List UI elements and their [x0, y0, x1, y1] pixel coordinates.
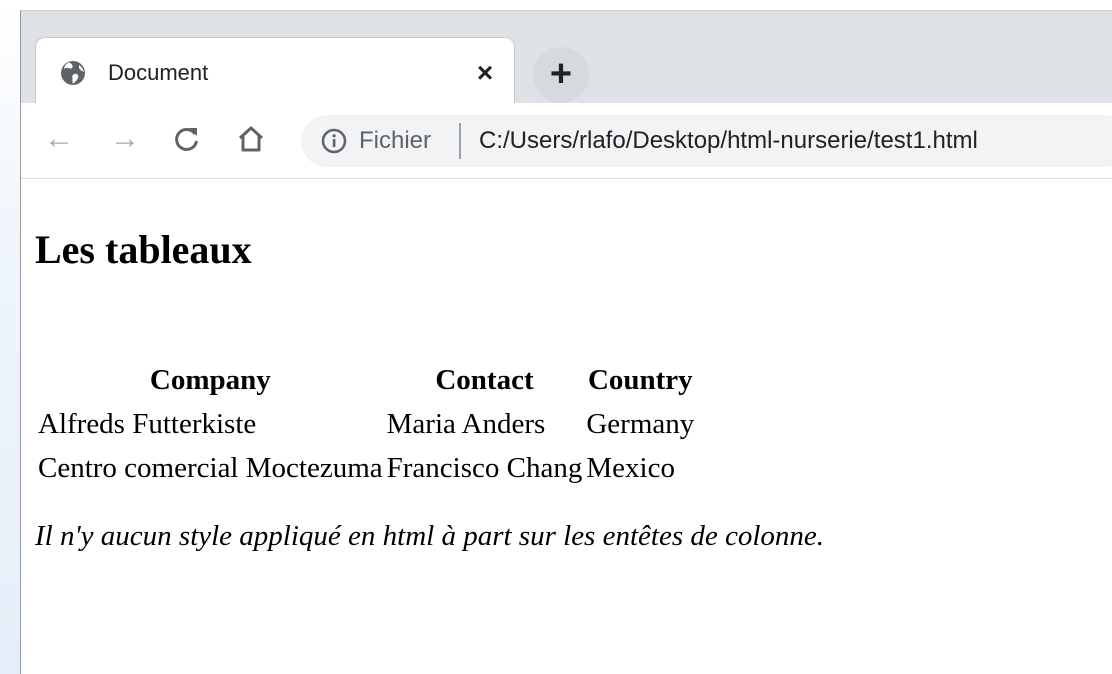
browser-window: Document × + ← → Fichier C:/Users/rlafo/… — [20, 10, 1112, 674]
url-text[interactable]: C:/Users/rlafo/Desktop/html-nurserie/tes… — [479, 127, 978, 155]
tab-document[interactable]: Document × — [35, 37, 515, 103]
address-bar[interactable]: Fichier C:/Users/rlafo/Desktop/html-nurs… — [301, 115, 1112, 167]
tab-strip: Document × + — [21, 11, 1112, 103]
cell-country: Mexico — [586, 451, 675, 484]
reload-icon[interactable] — [165, 117, 209, 161]
arrow-left-icon[interactable]: ← — [37, 117, 81, 161]
column-header-country: Country — [587, 363, 693, 396]
globe-icon — [60, 60, 86, 86]
cell-country: Germany — [586, 407, 695, 440]
cell-contact: Maria Anders — [386, 407, 546, 440]
page-title: Les tableaux — [35, 227, 252, 272]
column-header-contact: Contact — [435, 363, 534, 396]
new-tab-button[interactable]: + — [533, 47, 589, 103]
browser-toolbar: ← → Fichier C:/Users/rlafo/Desktop/html-… — [21, 103, 1112, 179]
caption-note: Il n'y aucun style appliqué en html à pa… — [35, 520, 825, 552]
table-row: Centro comercial Moctezuma Francisco Cha… — [37, 447, 695, 489]
cell-company: Centro comercial Moctezuma — [38, 451, 383, 484]
column-header-company: Company — [149, 363, 271, 396]
data-table: Company Contact Country Alfreds Futterki… — [35, 357, 697, 491]
arrow-right-icon[interactable]: → — [103, 117, 147, 161]
table-row: Alfreds Futterkiste Maria Anders Germany — [37, 403, 695, 445]
close-icon[interactable]: × — [468, 56, 502, 90]
desktop-backdrop-edge — [0, 0, 22, 674]
scheme-label: Fichier — [359, 127, 432, 154]
cell-company: Alfreds Futterkiste — [38, 407, 257, 440]
page-content: Les tableaux Company Contact Country Alf… — [21, 179, 1112, 674]
omnibox-divider — [459, 123, 461, 159]
home-icon[interactable] — [229, 117, 273, 161]
table-header-row: Company Contact Country — [37, 359, 695, 401]
info-icon[interactable] — [321, 128, 347, 154]
cell-contact: Francisco Chang — [386, 451, 583, 484]
tab-title: Document — [108, 60, 209, 85]
